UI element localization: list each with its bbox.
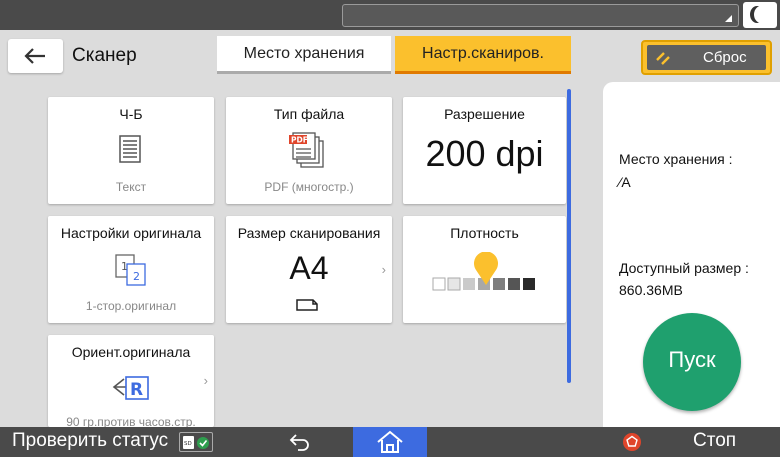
- home-icon: [377, 430, 403, 453]
- reset-label: Сброс: [703, 49, 747, 66]
- pdf-file-icon: PDF: [289, 132, 324, 168]
- top-status-bar: [0, 0, 780, 30]
- tile-value: 90 гр.против часов.стр.: [66, 415, 196, 427]
- tile-value: 1-стор.оригинал: [85, 299, 177, 313]
- tile-title: Размер сканирования: [237, 225, 381, 241]
- chevron-right-icon: ›: [381, 261, 386, 277]
- energy-saver-button[interactable]: [743, 2, 777, 28]
- available-size-label: Доступный размер :: [619, 260, 749, 276]
- page-title: Сканер: [72, 45, 137, 66]
- chevron-right-icon: ›: [203, 373, 208, 388]
- paper-landscape-icon: [296, 299, 318, 311]
- icon-num-2: 2: [133, 270, 140, 283]
- tile-file-type[interactable]: Тип файла PDF PDF (многостр.): [226, 97, 392, 204]
- check-status-button[interactable]: Проверить статус: [12, 430, 168, 452]
- tile-scan-size[interactable]: Размер сканирования A4 ›: [226, 216, 392, 323]
- arrow-left-icon: [24, 48, 45, 64]
- moon-icon: [754, 6, 768, 23]
- stop-icon: [623, 433, 641, 451]
- tile-density[interactable]: Плотность: [403, 216, 566, 323]
- reset-button[interactable]: Сброс: [641, 40, 772, 75]
- start-button[interactable]: Пуск: [643, 313, 741, 411]
- return-icon: [289, 434, 309, 451]
- tile-title: Ориент.оригинала: [71, 344, 191, 360]
- sd-card-icon[interactable]: SD: [179, 432, 213, 452]
- orientation-icon-letter: R: [130, 380, 143, 400]
- reset-icon: [656, 52, 670, 65]
- stop-label: Стоп: [693, 430, 737, 451]
- back-button[interactable]: [8, 39, 63, 73]
- header: Сканер Место хранения Настр.сканиров. Сб…: [0, 30, 780, 77]
- tile-title: Плотность: [450, 225, 519, 241]
- tile-title: Тип файла: [273, 106, 345, 122]
- tile-original-orientation[interactable]: Ориент.оригинала R › 90 гр.против часов.…: [48, 335, 214, 427]
- sd-label: SD: [184, 441, 192, 447]
- tile-title: Разрешение: [444, 106, 525, 122]
- message-box[interactable]: [342, 4, 739, 27]
- tile-color-mode[interactable]: Ч-Б Текст: [48, 97, 214, 204]
- pdf-icon-label: PDF: [291, 136, 308, 145]
- orientation-icon: R: [112, 376, 149, 400]
- tile-value: PDF (многостр.): [264, 180, 354, 194]
- tile-title: Настройки оригинала: [60, 225, 202, 241]
- tab-scan-settings[interactable]: Настр.сканиров.: [395, 36, 571, 74]
- stop-button[interactable]: Стоп: [603, 427, 780, 457]
- expand-corner-icon: [725, 15, 732, 22]
- tile-value: Текст: [115, 180, 147, 194]
- tile-original-settings[interactable]: Настройки оригинала 1 2 1-стор.оригинал: [48, 216, 214, 323]
- right-panel: Место хранения : ⁄A Доступный размер : 8…: [603, 82, 780, 427]
- start-label: Пуск: [668, 347, 716, 372]
- bottom-bar: Проверить статус SD Стоп: [0, 427, 780, 457]
- tile-resolution[interactable]: Разрешение 200 dpi: [403, 97, 566, 204]
- home-button[interactable]: [353, 427, 427, 457]
- scan-size-value: A4: [289, 250, 329, 286]
- storage-label: Место хранения :: [619, 151, 733, 167]
- text-document-icon: [119, 135, 141, 163]
- density-scale: [432, 252, 535, 291]
- resolution-value: 200 dpi: [425, 133, 544, 174]
- storage-value: ⁄A: [619, 174, 631, 190]
- scrollbar[interactable]: [567, 89, 571, 383]
- return-button[interactable]: [289, 432, 311, 457]
- tile-title: Ч-Б: [119, 106, 143, 122]
- single-sided-icon: 1 2: [115, 254, 146, 286]
- tab-storage-location[interactable]: Место хранения: [217, 36, 391, 74]
- available-size-value: 860.36MB: [619, 282, 683, 298]
